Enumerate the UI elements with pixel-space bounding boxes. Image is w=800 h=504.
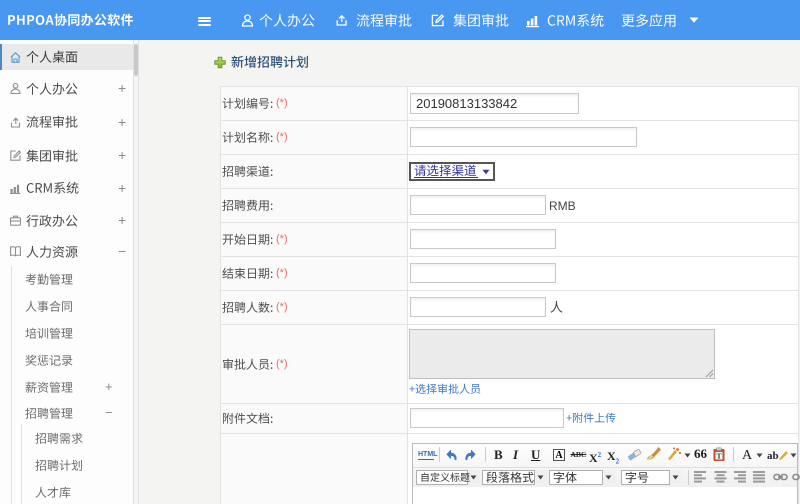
svg-text:T: T — [716, 451, 721, 460]
